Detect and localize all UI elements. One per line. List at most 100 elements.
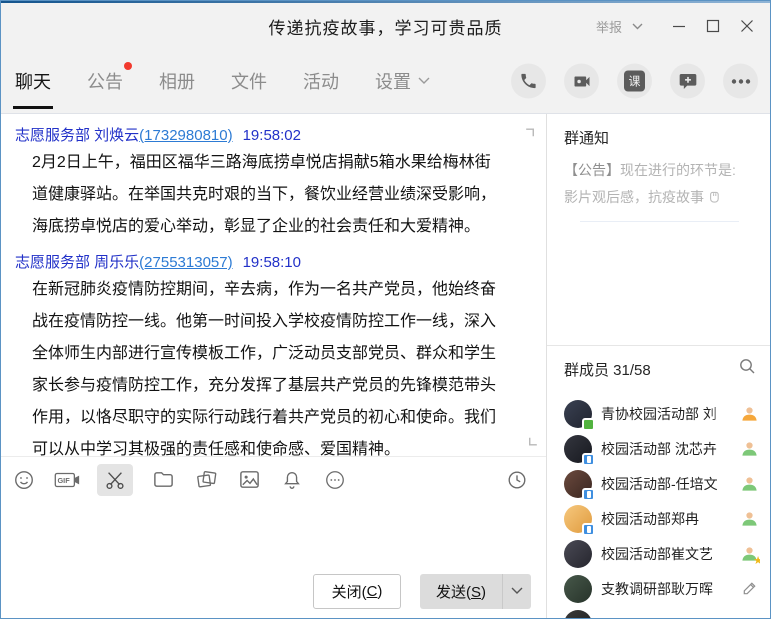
sender-uin-link[interactable]: (1732980810) — [139, 127, 232, 144]
group-app-button[interactable] — [670, 64, 705, 99]
sender-uin-link[interactable]: (2755313057) — [139, 254, 232, 271]
notification-dot — [124, 62, 132, 70]
video-call-button[interactable] — [564, 64, 599, 99]
voice-call-button[interactable] — [511, 64, 546, 99]
bell-icon — [281, 469, 303, 491]
chat-history[interactable]: 志愿服务部 刘焕云(1732980810)19:58:02 2月2日上午，福田区… — [1, 114, 546, 456]
window-shake-button[interactable] — [193, 467, 219, 493]
search-icon — [739, 358, 756, 375]
avatar[interactable] — [564, 575, 592, 603]
notify-button[interactable] — [279, 467, 305, 493]
mobile-online-badge — [582, 523, 595, 536]
chat-message: 志愿服务部 周乐乐(2755313057)19:58:10 在新冠肺炎疫情防控期… — [15, 252, 532, 456]
members-header: 群成员 31/58 — [564, 358, 756, 380]
edit-card-button[interactable] — [738, 580, 760, 597]
scissors-icon — [104, 469, 126, 491]
avatar[interactable] — [564, 400, 592, 428]
clock-icon — [506, 469, 528, 491]
more-actions-button[interactable] — [723, 64, 758, 99]
member-row[interactable]: 校园活动部-任培文 — [564, 466, 760, 501]
main-area: 志愿服务部 刘焕云(1732980810)19:58:02 2月2日上午，福田区… — [1, 114, 770, 618]
camera-online-badge — [582, 418, 595, 431]
admin-green-star-icon: ★ — [738, 545, 760, 562]
member-name: 青协校园活动部 刘 — [601, 404, 738, 424]
sender-name[interactable]: 志愿服务部 周乐乐 — [15, 254, 139, 271]
tab-album[interactable]: 相册 — [159, 49, 195, 113]
maximize-button[interactable] — [696, 11, 730, 41]
class-mode-button[interactable]: 课 — [617, 64, 652, 99]
send-button[interactable]: 发送(S) — [420, 581, 502, 602]
group-sidebar: 群通知 【公告】现在进行的环节是: 影片观后感，抗疫故事 群成员 31/58 — [547, 114, 770, 618]
tab-chat[interactable]: 聊天 — [15, 49, 51, 113]
avatar[interactable] — [564, 435, 592, 463]
avatar[interactable] — [564, 505, 592, 533]
avatar[interactable] — [564, 610, 592, 619]
message-input[interactable] — [1, 502, 546, 564]
message-sender-line: 志愿服务部 周乐乐(2755313057) 19:58:10 — [15, 252, 532, 274]
tab-settings[interactable]: 设置 — [375, 49, 430, 113]
emoji-smiley-icon — [13, 469, 35, 491]
search-members-button[interactable] — [739, 358, 756, 380]
member-name: 支教调研部耿万晖 — [601, 579, 738, 599]
send-options-button[interactable] — [503, 574, 531, 609]
svg-text:GIF: GIF — [57, 476, 70, 485]
star-badge-icon: ★ — [753, 556, 760, 567]
member-level-green-icon — [738, 510, 760, 527]
mobile-online-badge — [582, 488, 595, 501]
chat-column: 志愿服务部 刘焕云(1732980810)19:58:02 2月2日上午，福田区… — [1, 114, 547, 618]
notice-line-2: 影片观后感，抗疫故事 — [564, 184, 754, 211]
window-controls: 举报 — [596, 3, 764, 49]
member-row[interactable]: 校园活动部郑冉 — [564, 501, 760, 536]
class-icon: 课 — [624, 71, 645, 92]
screenshot-button[interactable] — [97, 464, 133, 496]
member-row[interactable]: 支教调研部耿万晖 — [564, 571, 760, 606]
member-level-green-icon — [738, 475, 760, 492]
message-time: 19:58:02 — [243, 127, 301, 144]
notice-tag: 【公告】 — [564, 162, 620, 178]
star-badge-icon: ★ — [738, 617, 760, 618]
minimize-button[interactable] — [662, 11, 696, 41]
minimize-icon — [672, 19, 686, 33]
message-time: 19:58:10 — [243, 254, 301, 271]
file-button[interactable] — [150, 467, 176, 493]
tab-announcement[interactable]: 公告 — [87, 49, 123, 113]
tab-activities[interactable]: 活动 — [303, 49, 339, 113]
image-button[interactable] — [236, 467, 262, 493]
chevron-down-icon — [511, 587, 523, 595]
qq-group-chat-window: 传递抗疫故事，学习可贵品质 举报 聊天 公告 相册 文件 活动 设置 — [0, 0, 771, 619]
chat-message: 志愿服务部 刘焕云(1732980810)19:58:02 2月2日上午，福田区… — [15, 125, 532, 243]
member-name: 校园活动部郑冉 — [601, 509, 738, 529]
chevron-down-icon — [418, 77, 430, 85]
report-dropdown-button[interactable] — [624, 11, 650, 41]
more-tools-button[interactable] — [322, 467, 348, 493]
chevron-down-icon — [523, 436, 539, 452]
sender-name[interactable]: 志愿服务部 刘焕云 — [15, 127, 139, 144]
message-history-button[interactable] — [504, 467, 530, 493]
member-row[interactable]: ★ — [564, 606, 760, 618]
chevron-up-icon — [524, 123, 540, 139]
bubble-plus-icon — [678, 71, 698, 91]
gif-button[interactable]: GIF — [54, 467, 80, 493]
avatar[interactable] — [564, 540, 592, 568]
image-icon — [238, 468, 261, 491]
sidebar-section-divider — [547, 345, 770, 346]
group-notice-title[interactable]: 群通知 — [564, 127, 754, 148]
member-row[interactable]: 校园活动部崔文艺 ★ — [564, 536, 760, 571]
close-chat-button[interactable]: 关闭(C) — [313, 574, 401, 609]
video-camera-icon — [572, 71, 592, 91]
avatar[interactable] — [564, 470, 592, 498]
member-name: 校园活动部-任培文 — [601, 474, 738, 494]
member-row[interactable]: 青协校园活动部 刘 — [564, 396, 760, 431]
more-circle-icon — [324, 469, 346, 491]
tabs: 聊天 公告 相册 文件 活动 设置 — [15, 49, 430, 113]
member-row[interactable]: 校园活动部 沈芯卉 — [564, 431, 760, 466]
tab-files[interactable]: 文件 — [231, 49, 267, 113]
emoji-button[interactable] — [11, 467, 37, 493]
report-button[interactable]: 举报 — [596, 17, 622, 36]
close-button[interactable] — [730, 11, 764, 41]
maximize-icon — [706, 19, 720, 33]
send-split-button: 发送(S) — [420, 574, 531, 609]
member-name: 校园活动部 沈芯卉 — [601, 439, 738, 459]
group-notice-section: 群通知 【公告】现在进行的环节是: 影片观后感，抗疫故事 — [547, 114, 770, 222]
composer-toolbar: GIF — [1, 456, 546, 502]
